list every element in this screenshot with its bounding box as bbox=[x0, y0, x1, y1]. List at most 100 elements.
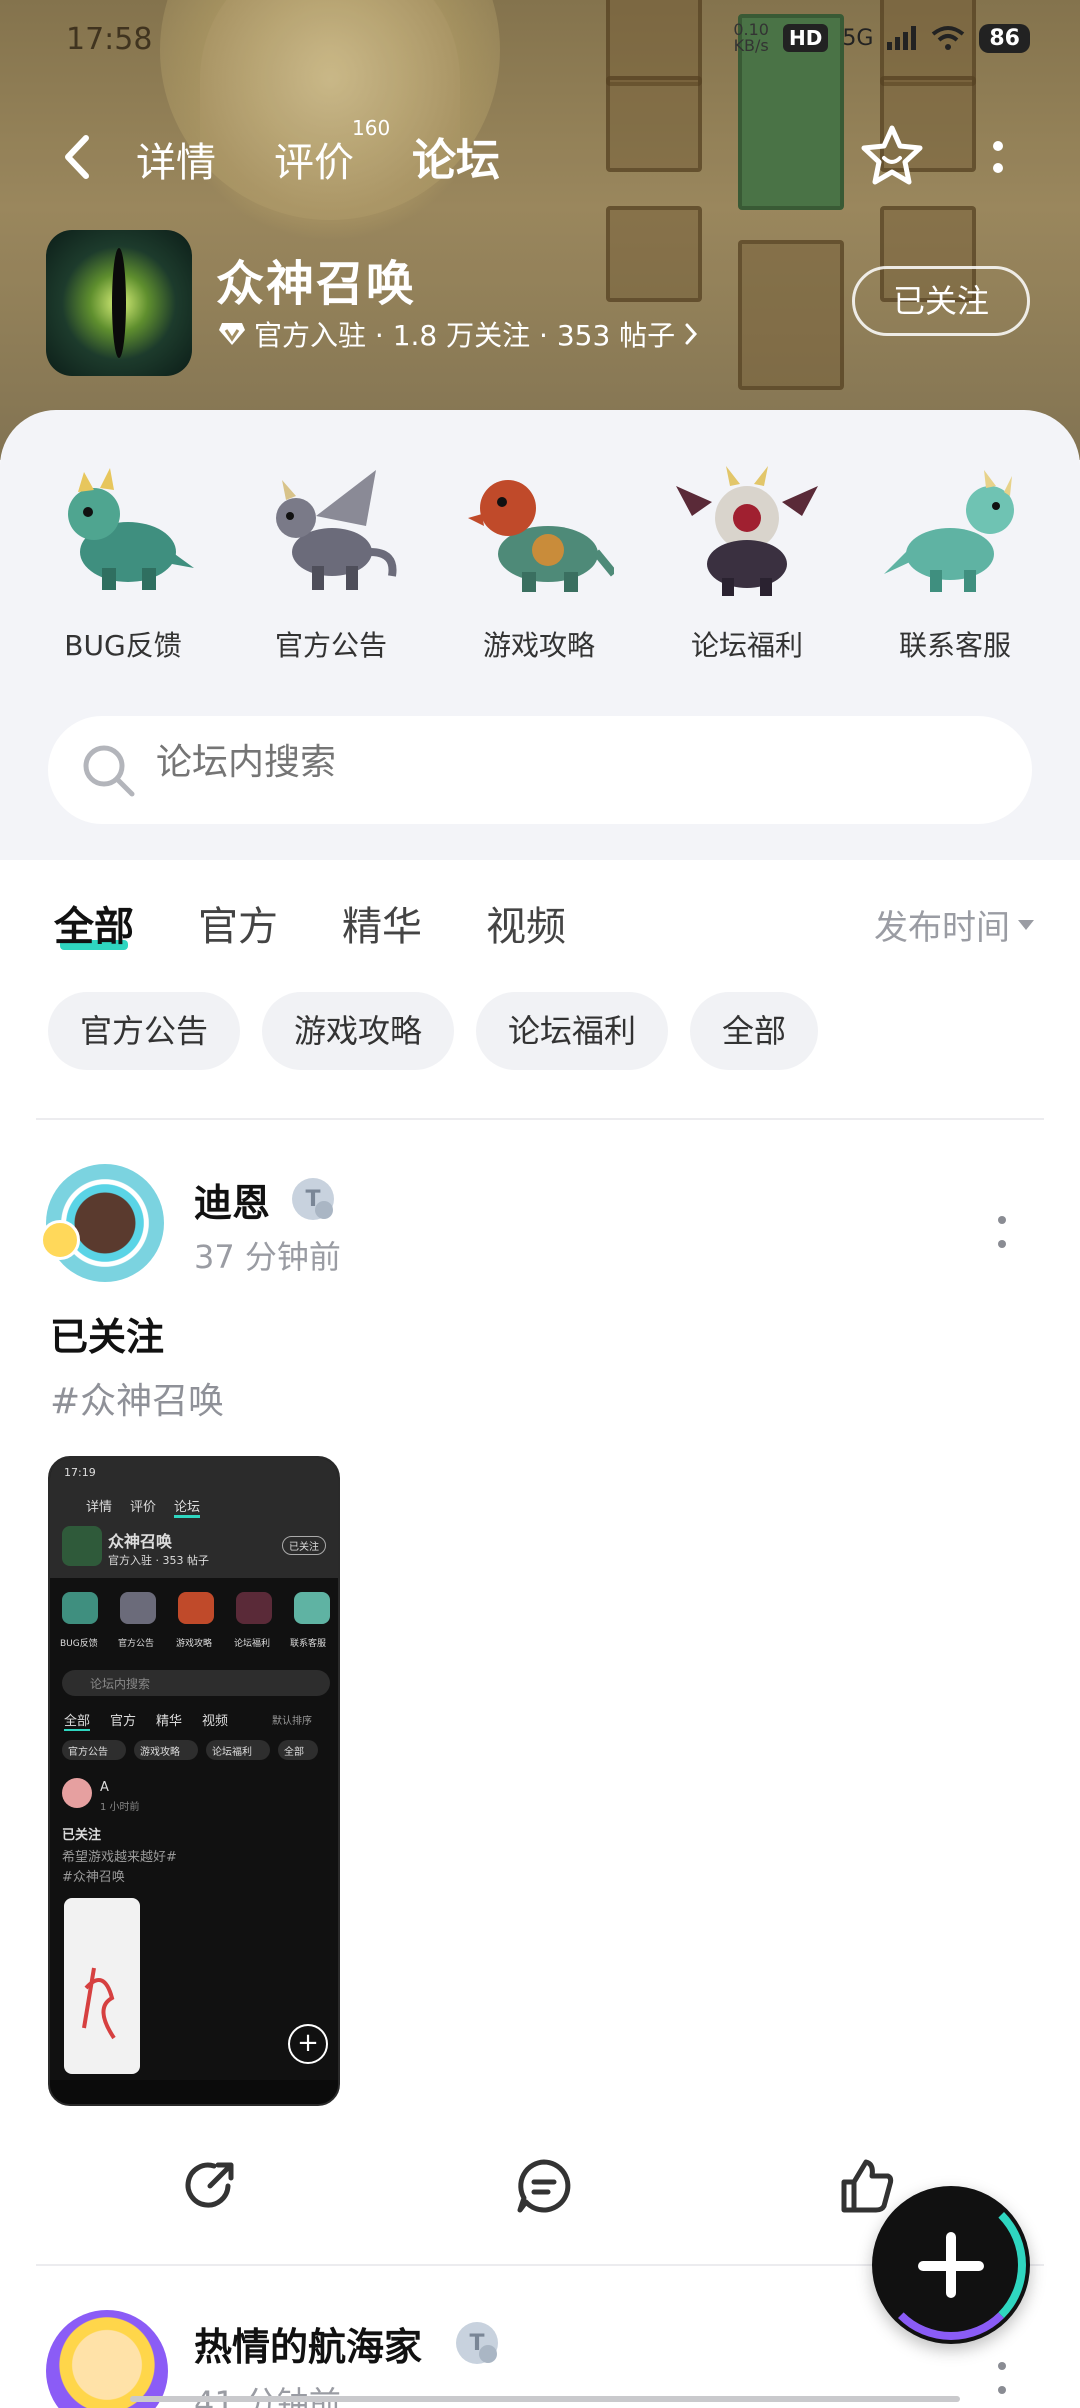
sort-dropdown[interactable]: 发布时间 bbox=[874, 900, 1034, 949]
forum-search-box[interactable] bbox=[48, 716, 1032, 824]
comment-icon[interactable] bbox=[514, 2156, 574, 2216]
chip-guides[interactable]: 游戏攻略 bbox=[262, 992, 455, 1070]
thumbnail-avatar bbox=[62, 1778, 92, 1808]
signal-icon bbox=[887, 26, 917, 50]
tab-reviews[interactable]: 评价 bbox=[274, 130, 354, 188]
review-count-badge: 160 bbox=[352, 116, 391, 140]
category-label: 论坛福利 bbox=[690, 629, 803, 662]
dragon-eye-pupil bbox=[112, 248, 126, 358]
status-indicators: 0.10 KB/s HD 5G 86 bbox=[733, 22, 1030, 54]
topic-chips: 官方公告 游戏攻略 论坛福利 全部 bbox=[48, 992, 819, 1070]
thumbnail-cat-label: 游戏攻略 bbox=[176, 1639, 213, 1649]
status-bar: 17:58 0.10 KB/s HD 5G 86 bbox=[0, 0, 1080, 80]
thumbnail-title: 众神召唤 bbox=[108, 1532, 173, 1551]
game-meta-link[interactable]: 官方入驻 · 1.8 万关注 · 353 帖子 bbox=[218, 314, 699, 354]
thumbnail-nav-bar bbox=[50, 2080, 338, 2104]
battery-indicator: 86 bbox=[979, 23, 1030, 53]
thumbnail-app-icon bbox=[62, 1526, 102, 1566]
avatar[interactable] bbox=[46, 2310, 168, 2408]
caret-down-icon bbox=[1018, 919, 1034, 930]
hd-icon: HD bbox=[782, 24, 829, 52]
status-time: 17:58 bbox=[66, 22, 153, 57]
back-arrow-icon[interactable] bbox=[56, 132, 100, 182]
avatar[interactable] bbox=[40, 1164, 164, 1282]
category-label: BUG反馈 bbox=[64, 629, 182, 662]
category-benefits[interactable]: 论坛福利 bbox=[652, 456, 842, 676]
thumbnail-author: A bbox=[100, 1780, 109, 1795]
category-support[interactable]: 联系客服 bbox=[860, 456, 1050, 676]
thumbnail-filter: 视频 bbox=[202, 1714, 229, 1729]
category-guides[interactable]: 游戏攻略 bbox=[444, 456, 634, 676]
user-level-icon: T bbox=[292, 1178, 334, 1220]
home-indicator[interactable] bbox=[130, 2396, 960, 2402]
dark-dragon-icon bbox=[676, 466, 818, 596]
light-dragon-icon bbox=[884, 470, 1014, 592]
like-thumb-icon[interactable] bbox=[836, 2156, 896, 2216]
filter-tab-all[interactable]: 全部 bbox=[54, 894, 134, 952]
thumbnail-post-body: 希望游戏越来越好# bbox=[62, 1850, 177, 1865]
plus-icon-vertical bbox=[946, 2232, 956, 2298]
search-input[interactable] bbox=[156, 742, 956, 783]
post-timestamp: 41 分钟前 bbox=[194, 2378, 341, 2408]
filter-tab-featured[interactable]: 精华 bbox=[342, 894, 422, 952]
post-topic-tag[interactable]: #众神召唤 bbox=[50, 1372, 224, 1424]
thumbnail-post-tag: #众神召唤 bbox=[62, 1870, 125, 1885]
thumbnail-tab-reviews: 评价 bbox=[130, 1500, 157, 1515]
thumbnail-filter: 官方 bbox=[110, 1714, 137, 1729]
create-post-button[interactable] bbox=[872, 2186, 1030, 2344]
post-title: 已关注 bbox=[50, 1315, 165, 1359]
thumbnail-category-art bbox=[62, 1588, 330, 1628]
thumbnail-chip-label: 官方公告 bbox=[68, 1747, 108, 1758]
thumbnail-filter: 精华 bbox=[156, 1714, 183, 1729]
tab-details[interactable]: 详情 bbox=[136, 130, 216, 188]
thumbnail-cat-label: 官方公告 bbox=[118, 1639, 155, 1649]
chip-benefits[interactable]: 论坛福利 bbox=[476, 992, 669, 1070]
post-more-icon[interactable] bbox=[990, 2358, 1014, 2402]
search-icon bbox=[83, 745, 135, 797]
thumbnail-search-text: 论坛内搜索 bbox=[90, 1677, 151, 1691]
thumbnail-cat-label: 论坛福利 bbox=[234, 1639, 271, 1649]
section-divider bbox=[36, 1118, 1044, 1120]
thumbnail-meta: 官方入驻 · 353 帖子 bbox=[108, 1554, 209, 1567]
tab-forum[interactable]: 论坛 bbox=[412, 124, 500, 188]
thumbnail-tab-details: 详情 bbox=[86, 1500, 113, 1515]
thumbnail-post-title: 已关注 bbox=[62, 1828, 102, 1843]
filter-tab-video[interactable]: 视频 bbox=[486, 894, 566, 952]
thumbnail-status-time: 17:19 bbox=[64, 1466, 96, 1479]
diamond-icon bbox=[219, 323, 245, 345]
thumbnail-nested-image bbox=[64, 1898, 140, 2074]
category-label: 官方公告 bbox=[274, 629, 387, 662]
category-bug-report[interactable]: BUG反馈 bbox=[28, 456, 218, 676]
thumbnail-cat-label: 联系客服 bbox=[290, 1639, 327, 1649]
post-author[interactable]: 热情的航海家 bbox=[194, 2316, 422, 2371]
network-type: 5G bbox=[842, 25, 874, 51]
post-more-icon[interactable] bbox=[990, 1212, 1014, 1256]
thumbnail-chip-label: 游戏攻略 bbox=[140, 1747, 180, 1758]
chevron-right-icon bbox=[685, 323, 698, 345]
favorite-star-icon[interactable] bbox=[858, 122, 926, 190]
thumbnail-filter: 全部 bbox=[64, 1710, 91, 1731]
post-image-thumbnail[interactable]: 17:19 详情 评价 论坛 众神召唤 官方入驻 · 353 帖子 已关注 BU… bbox=[48, 1456, 340, 2106]
post-author[interactable]: 迪恩 bbox=[194, 1172, 270, 1227]
filter-tab-official[interactable]: 官方 bbox=[198, 894, 278, 952]
armored-dragon-icon bbox=[468, 480, 618, 592]
teal-dragon-icon bbox=[68, 468, 194, 590]
network-speed: 0.10 KB/s bbox=[733, 22, 769, 54]
thumbnail-chip-label: 论坛福利 bbox=[212, 1747, 252, 1758]
chip-announcements[interactable]: 官方公告 bbox=[48, 992, 241, 1070]
thumbnail-scribble bbox=[82, 1967, 116, 2040]
more-options-icon[interactable] bbox=[978, 136, 1018, 180]
user-level-icon: T bbox=[456, 2322, 498, 2364]
post-timestamp: 37 分钟前 bbox=[194, 1238, 341, 1276]
thumbnail-sort: 默认排序 bbox=[272, 1716, 312, 1727]
network-speed-unit: KB/s bbox=[733, 36, 769, 55]
category-announcements[interactable]: 官方公告 bbox=[236, 456, 426, 676]
thumbnail-cat-label: BUG反馈 bbox=[60, 1639, 98, 1649]
thumbnail-plus-icon: + bbox=[288, 2024, 328, 2064]
chip-all[interactable]: 全部 bbox=[690, 992, 819, 1070]
forum-sheet: BUG反馈 官方公告 游戏攻略 论坛福利 联系客服 bbox=[0, 410, 1080, 860]
winged-dragon-icon bbox=[276, 470, 397, 590]
thumbnail-tab-forum: 论坛 bbox=[174, 1496, 201, 1518]
follow-button[interactable]: 已关注 bbox=[852, 266, 1030, 336]
share-icon[interactable] bbox=[180, 2156, 240, 2216]
